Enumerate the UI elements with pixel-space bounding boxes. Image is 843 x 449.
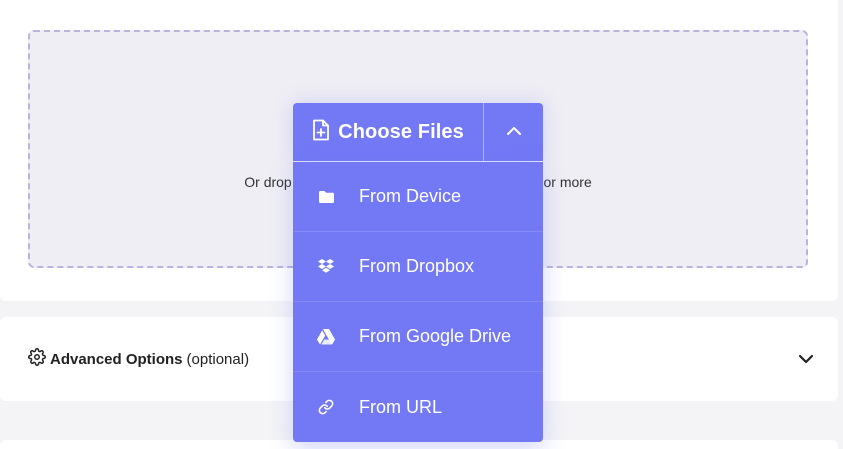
menu-item-label: From Google Drive xyxy=(359,326,512,346)
drop-text-right: or more xyxy=(543,174,592,190)
google-drive-icon xyxy=(317,328,335,346)
advanced-options-title: Advanced Options xyxy=(50,350,183,368)
menu-item-from-device[interactable]: From Device xyxy=(293,162,543,232)
menu-item-from-google-drive[interactable]: From Google Drive xyxy=(293,302,543,372)
choose-files-label: Choose Files xyxy=(338,120,464,143)
chevron-down-icon[interactable] xyxy=(796,349,816,369)
choose-files-split-button: Choose Files xyxy=(293,103,543,161)
choose-files-dropdown-toggle[interactable] xyxy=(483,103,543,161)
menu-item-label: From Dropbox xyxy=(359,256,475,276)
chevron-up-icon xyxy=(506,123,522,141)
menu-item-label: From URL xyxy=(359,396,443,417)
choose-files-button[interactable]: Choose Files xyxy=(293,103,483,161)
menu-item-from-dropbox[interactable]: From Dropbox xyxy=(293,232,543,302)
link-icon xyxy=(317,398,335,416)
dropbox-icon xyxy=(317,258,335,276)
drop-text-left: Or drop xyxy=(244,174,292,190)
advanced-options-optional: (optional) xyxy=(186,350,250,368)
file-plus-icon xyxy=(312,119,330,146)
choose-files-menu: From Device From Dropbox From Google Dri… xyxy=(293,162,543,442)
menu-item-from-url[interactable]: From URL xyxy=(293,372,543,442)
folder-icon xyxy=(317,188,335,206)
gear-icon xyxy=(28,348,46,370)
advanced-options-header[interactable]: Advanced Options (optional) xyxy=(28,348,249,370)
menu-item-label: From Device xyxy=(359,186,462,206)
